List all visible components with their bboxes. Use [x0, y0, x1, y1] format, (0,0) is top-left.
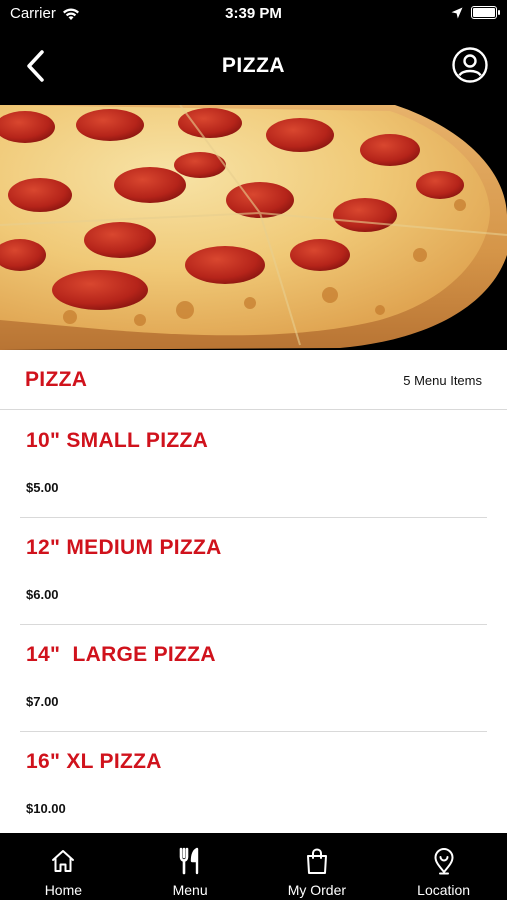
item-price: $7.00 [26, 694, 59, 709]
item-price: $6.00 [26, 587, 59, 602]
pepperoni-pizza-photo [0, 105, 507, 350]
tab-label: Home [44, 882, 83, 898]
status-time: 3:39 PM [225, 5, 282, 22]
section-title: PIZZA [25, 368, 88, 391]
list-item[interactable]: 14" LARGE PIZZA $7.00 [20, 625, 487, 732]
shopping-bag-icon [306, 848, 327, 874]
hero-image [0, 105, 507, 350]
home-icon [52, 850, 75, 872]
menu-list: 10" SMALL PIZZA $5.00 12" MEDIUM PIZZA $… [0, 411, 507, 833]
location-arrow-icon [451, 7, 463, 18]
item-name: 12" MEDIUM PIZZA [26, 536, 222, 559]
status-bar: Carrier 3:39 PM [0, 0, 507, 30]
section-header: PIZZA 5 Menu Items [0, 350, 507, 410]
list-item[interactable]: 12" MEDIUM PIZZA $6.00 [20, 518, 487, 625]
tab-label: My Order [287, 882, 347, 898]
item-price: $10.00 [26, 801, 66, 816]
tab-location[interactable]: Location [380, 833, 507, 900]
user-circle-icon [452, 47, 488, 83]
map-pin-icon [434, 848, 454, 875]
item-name: 10" SMALL PIZZA [26, 429, 209, 452]
page-title: PIZZA [221, 54, 286, 77]
item-name: 16" XL PIZZA [26, 750, 162, 773]
tab-label: Menu [172, 882, 208, 898]
profile-button[interactable] [451, 46, 489, 84]
menu-item-count: 5 Menu Items [403, 373, 482, 388]
tab-home[interactable]: Home [0, 833, 127, 900]
tab-my-order[interactable]: My Order [254, 833, 381, 900]
item-price: $5.00 [26, 480, 59, 495]
status-right [451, 6, 500, 19]
nav-bar: PIZZA [0, 30, 507, 105]
item-name: 14" LARGE PIZZA [26, 643, 216, 666]
tab-label: Location [417, 882, 471, 898]
fork-knife-icon [179, 847, 199, 875]
tab-bar: Home Menu My Order Location [0, 833, 507, 900]
battery-icon [471, 6, 500, 19]
list-item[interactable]: 16" XL PIZZA $10.00 [20, 732, 487, 833]
list-item[interactable]: 10" SMALL PIZZA $5.00 [20, 411, 487, 518]
tab-menu[interactable]: Menu [127, 833, 254, 900]
